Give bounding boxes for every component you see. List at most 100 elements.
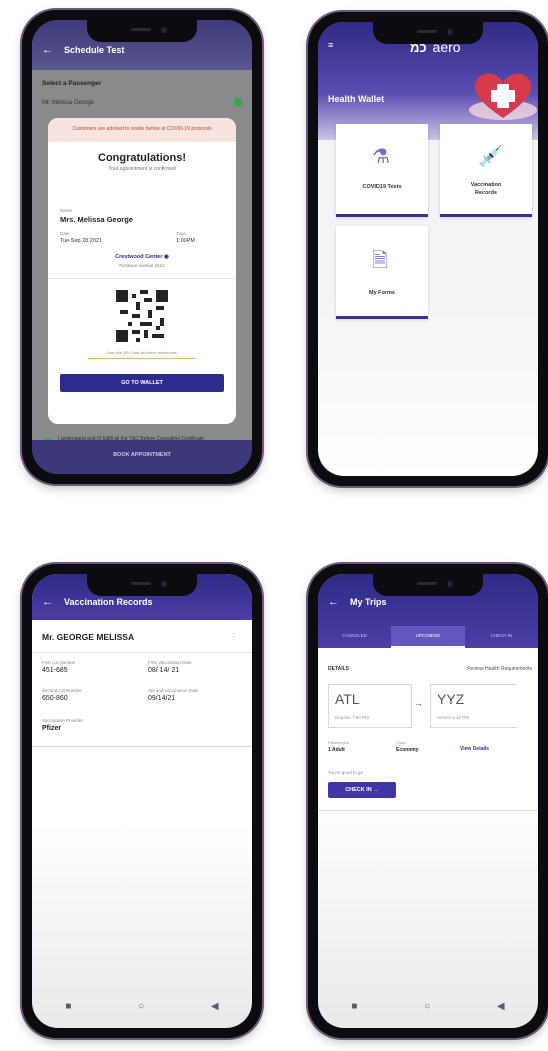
time-label: Time <box>176 231 186 236</box>
covid-notice: Customers are advised to reside before a… <box>48 118 236 142</box>
phone-my-trips: ← My Trips CANCELED UPCOMING CHECK-IN DE… <box>308 564 548 1038</box>
phone-notch <box>87 574 197 596</box>
phone-notch <box>373 574 483 596</box>
back-arrow-icon[interactable]: ← <box>42 44 53 56</box>
passenger-preview[interactable]: Mr. Melissa George <box>42 100 94 106</box>
phone-notch <box>87 20 197 42</box>
origin-box: ATL Departs 7:50 PM <box>328 684 412 728</box>
first-lot-value: 451-685 <box>42 667 68 674</box>
arrow-right-icon: → <box>373 787 379 793</box>
arrow-right-icon: → <box>414 698 423 708</box>
tab-upcoming[interactable]: UPCOMING <box>391 626 465 648</box>
second-lot-label: Second Lot Number <box>42 688 83 693</box>
date-label: Date <box>60 231 70 236</box>
page-title: Vaccination Records <box>64 597 153 607</box>
destination-box: YYZ Arrives 6:10 PM <box>430 684 517 728</box>
passengers-label: Passengers <box>328 740 350 745</box>
selected-check-icon <box>234 98 242 106</box>
location-pin-icon: ◉ <box>164 254 169 260</box>
date-value: Tue Sep 28 2021 <box>60 238 102 244</box>
nav-back-icon[interactable]: ◀ <box>497 1001 505 1012</box>
patient-name: Mr. GEORGE MELISSA <box>42 632 135 642</box>
system-nav-bar: ■ ○ ◀ <box>318 984 538 1028</box>
qr-underline <box>88 358 196 359</box>
book-appointment-button[interactable]: BOOK APPOINTMENT <box>32 440 252 474</box>
location-address: Fictitious Avenue 1613 <box>119 263 165 268</box>
divider <box>318 810 538 811</box>
first-lot-label: First Lot Number <box>42 660 76 665</box>
recent-apps-icon[interactable]: ■ <box>351 1001 357 1012</box>
provider-label: Vaccination Provider <box>42 718 83 723</box>
tab-check-in[interactable]: CHECK-IN <box>465 626 538 648</box>
section-label: Select a Passenger <box>42 80 102 87</box>
page-title: My Trips <box>350 597 387 607</box>
more-icon[interactable]: ⋮ <box>230 632 238 641</box>
confirmation-modal: Customers are advised to reside before a… <box>48 118 236 424</box>
origin-time: Departs 7:50 PM <box>335 715 369 720</box>
page-title: Schedule Test <box>64 45 125 55</box>
phone-vaccination-records: ← Vaccination Records Mr. GEORGE MELISSA… <box>22 564 262 1038</box>
camera-dot <box>447 29 453 35</box>
wallet-title: Health Wallet <box>328 94 385 104</box>
destination-code: YYZ <box>437 691 465 707</box>
home-icon[interactable]: ○ <box>138 1001 144 1012</box>
location-name[interactable]: Crestwood Center ◉ <box>48 254 236 260</box>
origin-code: ATL <box>335 691 360 707</box>
first-date-label: First Vaccination Date <box>148 660 192 665</box>
class-value: Economy <box>396 747 419 753</box>
card-covid-tests[interactable]: ⚗ COVID19 Tests <box>336 124 428 217</box>
back-arrow-icon[interactable]: ← <box>42 596 53 608</box>
trip-details-label: DETAILS <box>328 666 350 672</box>
card-label: COVID19 Tests <box>362 184 402 190</box>
phone-health-wallet: ≡ כמ aero Health Wallet ⚗ COVID19 Tests … <box>308 12 548 486</box>
destination-time: Arrives 6:10 PM <box>437 715 470 720</box>
camera-dot <box>161 581 167 587</box>
second-date-value: 09/14/21 <box>148 695 176 702</box>
second-lot-value: 650-860 <box>42 695 68 702</box>
system-nav-bar: ■ ○ ◀ <box>32 984 252 1028</box>
trip-tabs: CANCELED UPCOMING CHECK-IN <box>318 626 538 648</box>
card-vaccination-records[interactable]: 💉 Vaccination Records <box>440 124 532 217</box>
test-tube-icon: ⚗ <box>372 146 390 168</box>
modal-heading: Congratulations! <box>98 151 186 164</box>
menu-icon[interactable]: ≡ <box>328 40 333 50</box>
card-label: My Forms <box>369 290 395 296</box>
recent-apps-icon[interactable]: ■ <box>65 1001 71 1012</box>
status-text: You're good to go <box>328 770 363 775</box>
document-icon: 🗎 <box>372 250 389 272</box>
camera-dot <box>161 27 167 33</box>
heart-medical-icon <box>469 73 537 120</box>
card-label: Vaccination Records <box>470 182 502 196</box>
nav-back-icon[interactable]: ◀ <box>211 1001 219 1012</box>
review-requirements-link[interactable]: Review Health Requirements <box>467 666 532 672</box>
screen-vaccination-records: ← Vaccination Records Mr. GEORGE MELISSA… <box>32 574 252 1028</box>
location-name-text: Crestwood Center <box>115 254 163 260</box>
qr-code <box>116 290 168 342</box>
tab-canceled[interactable]: CANCELED <box>318 626 391 648</box>
name-label: Name <box>60 208 73 213</box>
camera-dot <box>447 581 453 587</box>
view-details-link[interactable]: View Details <box>460 746 489 752</box>
back-arrow-icon[interactable]: ← <box>328 596 339 608</box>
class-label: Class <box>396 740 407 745</box>
check-in-label: CHECK IN <box>345 787 372 793</box>
phone-schedule-test: ← Schedule Test Select a Passenger Mr. M… <box>22 10 262 484</box>
go-to-wallet-button[interactable]: GO TO WALLET <box>60 374 224 392</box>
phone-notch <box>373 22 483 44</box>
first-date-value: 08/ 14/ 21 <box>148 667 180 674</box>
qr-caption: Use this QR Code for future references <box>107 350 177 355</box>
divider <box>32 652 252 653</box>
name-value: Mrs. Melissa George <box>60 215 133 224</box>
home-icon[interactable]: ○ <box>424 1001 430 1012</box>
time-value: 1:00PM <box>176 238 195 244</box>
provider-value: Pfizer <box>42 725 62 732</box>
check-in-button[interactable]: CHECK IN → <box>328 782 396 798</box>
screen-schedule-test: ← Schedule Test Select a Passenger Mr. M… <box>32 20 252 474</box>
divider <box>48 278 236 279</box>
screen-my-trips: ← My Trips CANCELED UPCOMING CHECK-IN DE… <box>318 574 538 1028</box>
vaccine-vial-icon: 💉 <box>478 146 503 168</box>
second-date-label: Second Vaccination Date <box>148 688 199 693</box>
modal-subheading: Your appointment is confirmed <box>108 165 176 172</box>
divider <box>32 746 252 747</box>
card-my-forms[interactable]: 🗎 My Forms <box>336 226 428 319</box>
